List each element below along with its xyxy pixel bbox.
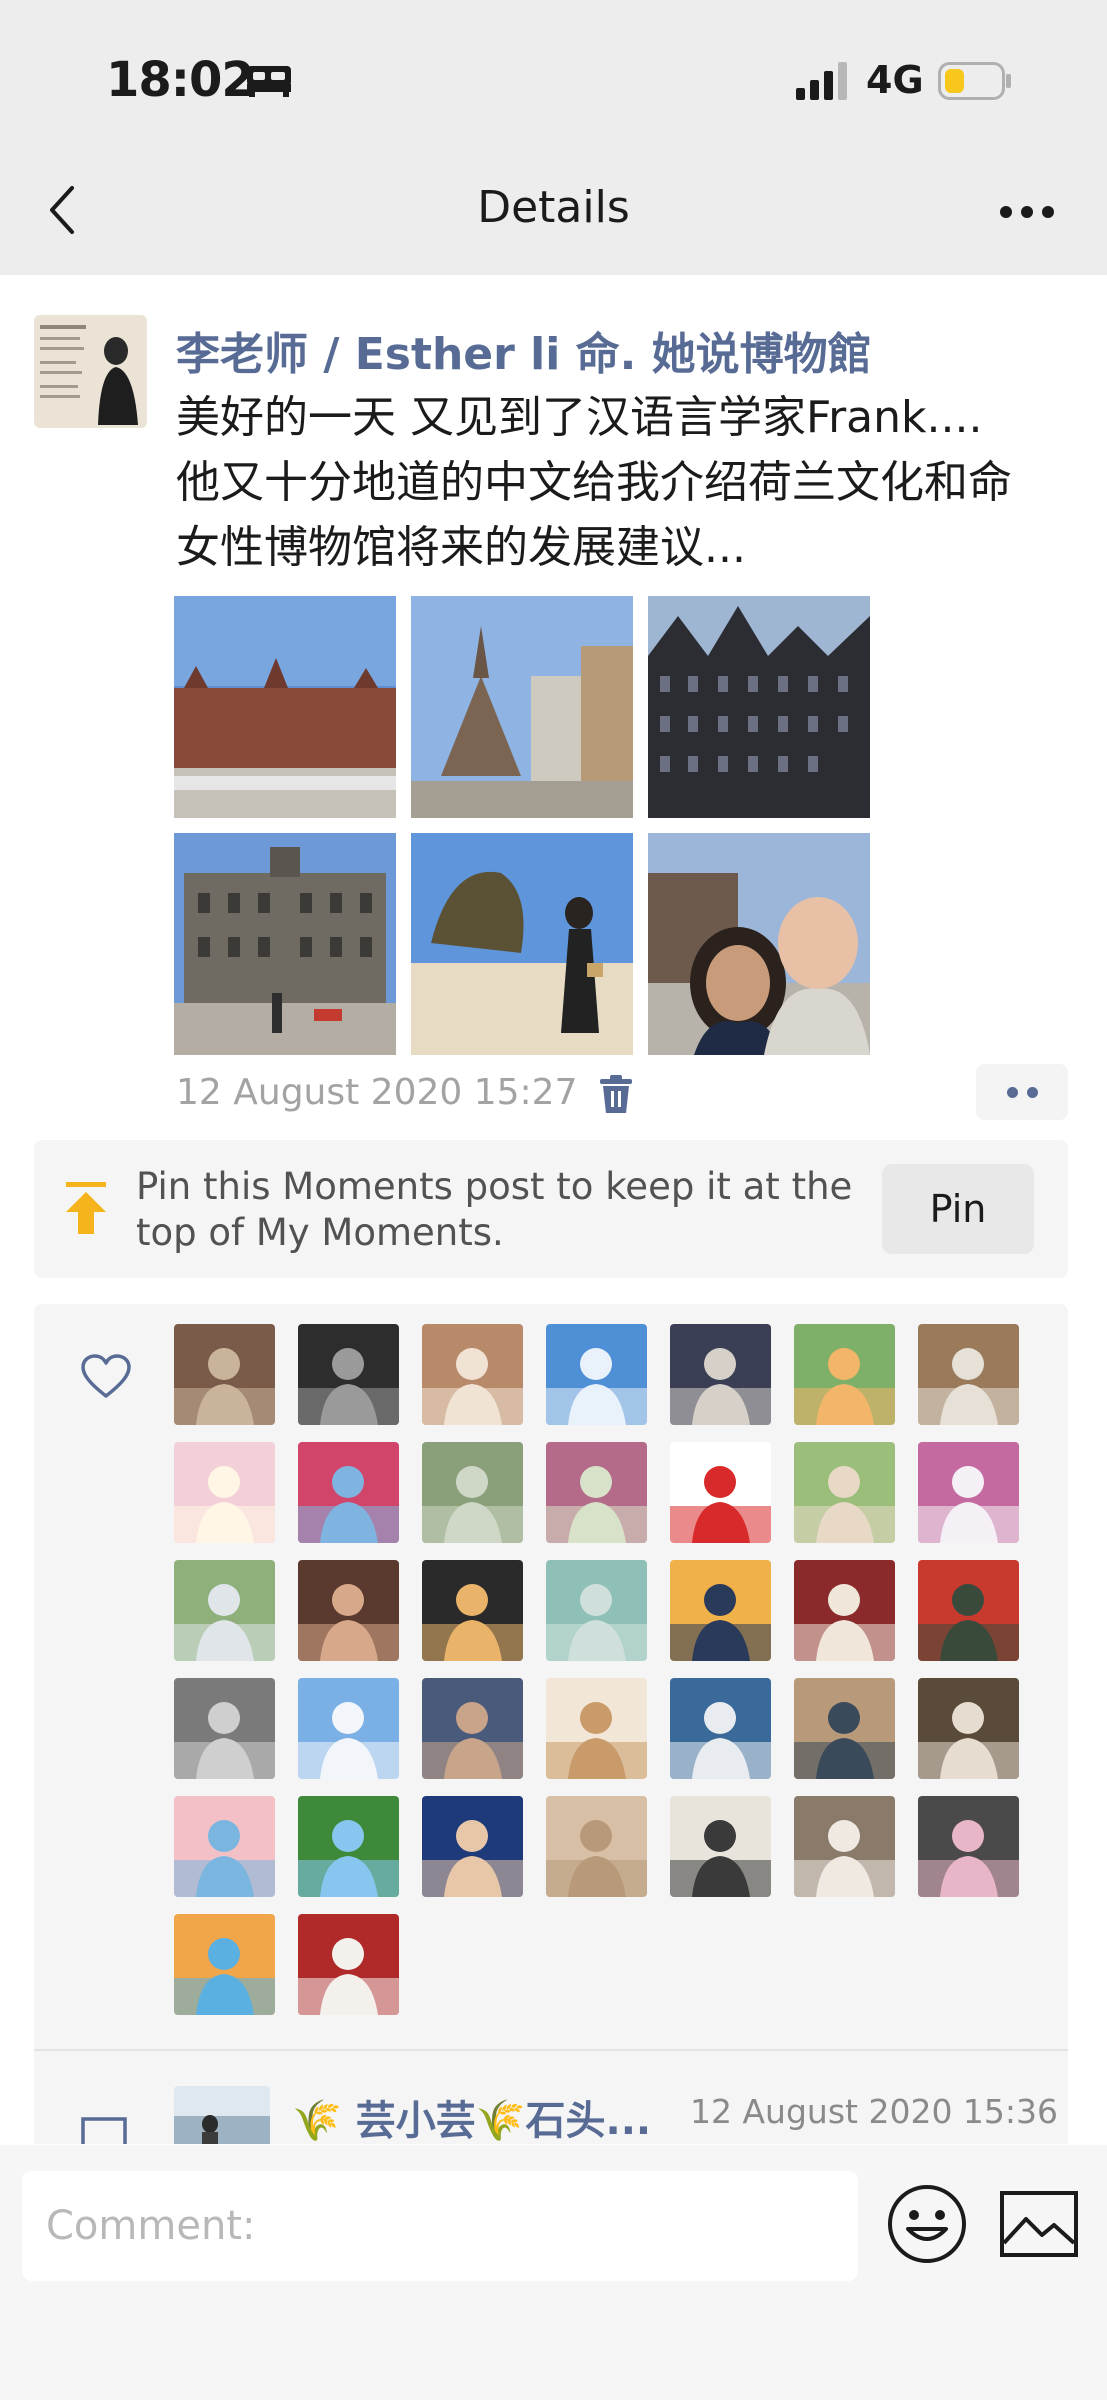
liker-avatar[interactable] — [794, 1324, 895, 1425]
commenter-name[interactable]: 🌾 芸小芸🌾石头... — [292, 2088, 651, 2146]
image-icon[interactable] — [1000, 2191, 1078, 2257]
liker-avatar[interactable] — [174, 1678, 275, 1779]
liker-avatar[interactable] — [918, 1560, 1019, 1661]
liker-avatar[interactable] — [546, 1796, 647, 1897]
post-photo[interactable] — [174, 596, 396, 818]
liker-avatar[interactable] — [174, 1324, 275, 1425]
post-date: 12 August 2020 15:27 — [176, 1072, 578, 1113]
liker-avatar[interactable] — [174, 1442, 275, 1543]
liker-avatar[interactable] — [670, 1324, 771, 1425]
liker-avatar[interactable] — [794, 1442, 895, 1543]
liker-avatar[interactable] — [546, 1442, 647, 1543]
liker-avatar[interactable] — [918, 1796, 1019, 1897]
liker-avatar[interactable] — [422, 1560, 523, 1661]
liker-avatar[interactable] — [298, 1796, 399, 1897]
liker-avatar[interactable] — [298, 1442, 399, 1543]
liker-avatar[interactable] — [670, 1678, 771, 1779]
heart-icon — [81, 1354, 131, 1398]
comment-icon — [81, 2117, 127, 2144]
bed-icon — [247, 66, 291, 97]
liker-avatar[interactable] — [546, 1560, 647, 1661]
emoji-icon[interactable] — [886, 2183, 968, 2265]
liker-avatar[interactable] — [670, 1796, 771, 1897]
liker-avatar[interactable] — [422, 1324, 523, 1425]
post-photo[interactable] — [411, 833, 633, 1055]
liker-avatar[interactable] — [794, 1560, 895, 1661]
liker-avatar[interactable] — [670, 1560, 771, 1661]
liker-avatar[interactable] — [298, 1914, 399, 2015]
liker-avatar[interactable] — [918, 1678, 1019, 1779]
battery-icon — [938, 62, 1011, 100]
signal-icon — [796, 62, 847, 100]
post-photo[interactable] — [648, 833, 870, 1055]
post-photo[interactable] — [648, 596, 870, 818]
liker-avatar[interactable] — [422, 1442, 523, 1543]
likes-section: 🌾 芸小芸🌾石头... 12 August 2020 15:36 — [34, 1304, 1068, 2144]
dot — [1007, 1087, 1018, 1098]
author-name[interactable]: 李老师 / Esther li 命. 她说博物館 — [176, 318, 872, 382]
post-text-line: 女性博物馆将来的发展建议... — [176, 522, 746, 573]
liker-avatar[interactable] — [174, 1914, 275, 2015]
liker-avatar[interactable] — [298, 1324, 399, 1425]
post-text-line: 他又十分地道的中文给我介绍荷兰文化和命 — [176, 457, 1012, 508]
comment-time: 12 August 2020 15:36 — [690, 2092, 1059, 2131]
pin-message: Pin this Moments post to keep it at the … — [136, 1165, 853, 1254]
top-bar: 18:02 4G Details — [0, 0, 1107, 275]
liker-avatar[interactable] — [174, 1796, 275, 1897]
more-icon[interactable] — [998, 200, 1056, 224]
status-time: 18:02 — [106, 52, 255, 108]
liker-avatar[interactable] — [422, 1678, 523, 1779]
post-photo[interactable] — [174, 833, 396, 1055]
liker-avatar[interactable] — [918, 1324, 1019, 1425]
pin-button[interactable]: Pin — [882, 1164, 1034, 1254]
pin-prompt: Pin this Moments post to keep it at the … — [34, 1140, 1068, 1278]
commenter-avatar[interactable] — [174, 2086, 270, 2144]
liker-avatar[interactable] — [422, 1796, 523, 1897]
network-label: 4G — [866, 58, 924, 102]
liker-avatar[interactable] — [298, 1560, 399, 1661]
liker-avatar[interactable] — [174, 1560, 275, 1661]
comment-bar — [0, 2145, 1107, 2400]
liker-avatar[interactable] — [918, 1442, 1019, 1543]
liker-avatar[interactable] — [298, 1678, 399, 1779]
post-actions-button[interactable] — [976, 1064, 1068, 1120]
post-photo-grid — [174, 596, 874, 1055]
trash-icon[interactable] — [598, 1075, 634, 1115]
liker-avatar[interactable] — [546, 1324, 647, 1425]
liker-avatar[interactable] — [546, 1678, 647, 1779]
liker-avatar-grid — [174, 1324, 1054, 2015]
post-text-line: 美好的一天 又见到了汉语言学家Frank.... — [176, 392, 983, 443]
page-title: Details — [477, 182, 630, 233]
liker-avatar[interactable] — [670, 1442, 771, 1543]
post-photo[interactable] — [411, 596, 633, 818]
post-text: 美好的一天 又见到了汉语言学家Frank.... 他又十分地道的中文给我介绍荷兰… — [176, 385, 1096, 580]
comment-input[interactable] — [22, 2171, 858, 2281]
pin-top-icon — [66, 1182, 106, 1234]
liker-avatar[interactable] — [794, 1678, 895, 1779]
dot — [1027, 1087, 1038, 1098]
divider — [34, 2049, 1068, 2051]
author-avatar[interactable] — [34, 315, 147, 428]
liker-avatar[interactable] — [794, 1796, 895, 1897]
